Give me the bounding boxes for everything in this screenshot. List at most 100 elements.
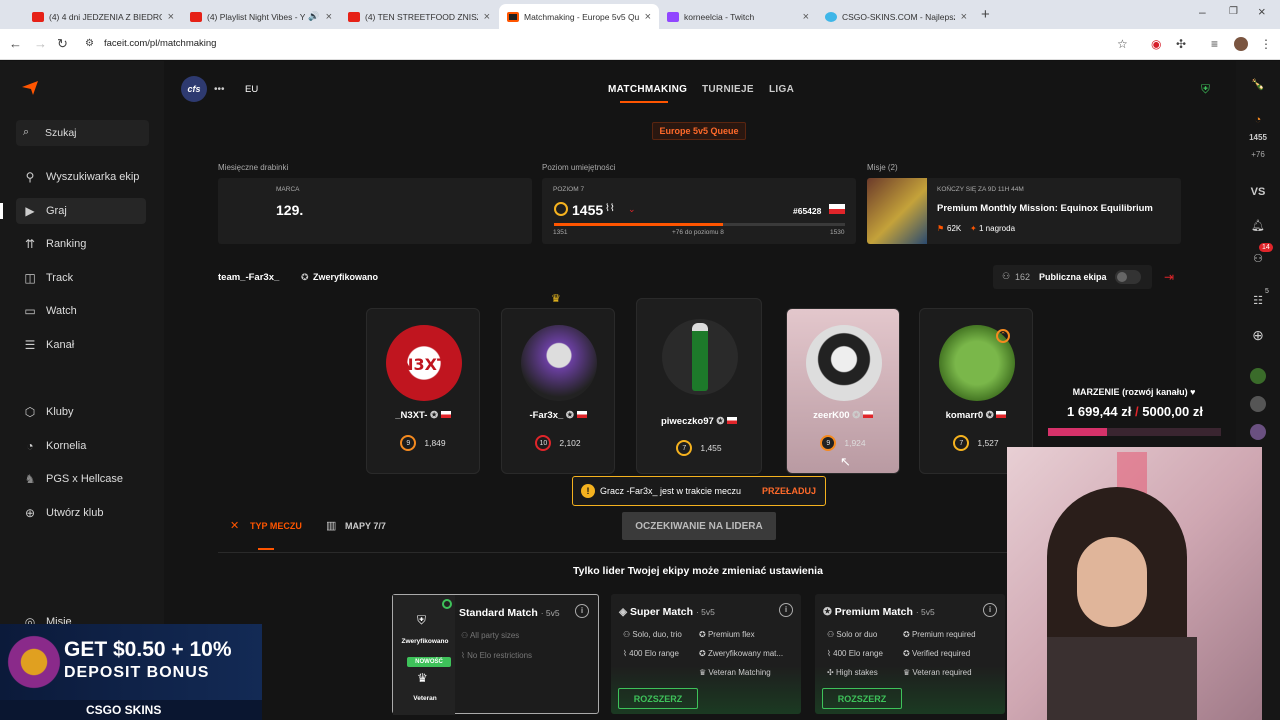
anticheat-shield-icon[interactable]: ⛨: [1201, 82, 1210, 97]
mode-title: Standard Match · 5v5: [459, 607, 560, 619]
chevron-down-icon[interactable]: ⌄: [628, 204, 636, 215]
player-name: piweczko97 ✪: [637, 416, 761, 427]
profile-avatar[interactable]: [1234, 37, 1248, 51]
points-icon: ⚑: [937, 224, 945, 233]
close-tab-icon[interactable]: ×: [961, 11, 967, 23]
vs-button[interactable]: VS: [1244, 186, 1272, 198]
leave-party-icon[interactable]: ⇥: [1164, 270, 1174, 284]
mission-panel[interactable]: KOŃCZY SIĘ ZA 9D 11H 44M Premium Monthly…: [867, 178, 1181, 244]
close-tab-icon[interactable]: ×: [168, 11, 174, 23]
n3xt-logo: N3XT: [400, 355, 448, 374]
elo-value: 1455: [572, 202, 604, 218]
sidebar-item-create-club[interactable]: ⊕ Utwórz klub: [22, 501, 104, 525]
search-input[interactable]: ⌕ Szukaj: [16, 120, 149, 146]
speaker-icon[interactable]: 🔊: [308, 11, 319, 22]
sidebar-item-play[interactable]: ▶ Graj: [22, 199, 66, 223]
browser-tab[interactable]: CSGO-SKINS.COM - Najlepsze ×: [817, 4, 975, 29]
extension-icon[interactable]: ◉: [1151, 37, 1161, 51]
month-name: MARCA: [276, 186, 300, 193]
in-match-alert: ! Gracz -Far3x_ jest w trakcie meczu PRZ…: [572, 476, 826, 506]
browser-tab[interactable]: (4) Playlist Night Vibes - Yo 🔊 ×: [182, 4, 340, 29]
media-control-icon[interactable]: ≡: [1211, 37, 1218, 51]
browser-tab-active[interactable]: Matchmaking - Europe 5v5 Qu ×: [499, 4, 659, 29]
close-window-icon[interactable]: ×: [1258, 4, 1266, 19]
sidebar-item-kornelia[interactable]: ◔ Kornelia: [22, 434, 86, 458]
friend-avatar[interactable]: [1250, 368, 1266, 384]
close-tab-icon[interactable]: ×: [484, 11, 490, 23]
player-card[interactable]: zeerK00 ✪ 9 1,924: [786, 308, 900, 474]
level-badge: 9: [820, 435, 837, 451]
waiting-for-leader-button[interactable]: OCZEKIWANIE NA LIDERA: [622, 512, 776, 540]
sidebar-item-pgs-hellcase[interactable]: ♞ PGS x Hellcase: [22, 467, 123, 491]
queue-selector[interactable]: Europe 5v5 Queue: [652, 122, 746, 140]
friends-icon[interactable]: ⚇: [1244, 252, 1272, 265]
bookmark-star-icon[interactable]: ☆: [1117, 37, 1128, 51]
public-party-toggle[interactable]: [1115, 270, 1141, 284]
expand-premium-button[interactable]: ROZSZERZ: [822, 688, 902, 709]
premium-badge-icon: ⌃: [996, 329, 1010, 343]
mode-premium-card[interactable]: ✪ Premium Match · 5v5 i ⚇ Solo or duo ⌇ …: [815, 594, 1005, 714]
close-tab-icon[interactable]: ×: [803, 11, 809, 23]
monthly-ladder-label: Miesięczne drabinki: [218, 163, 289, 172]
info-icon[interactable]: i: [983, 603, 997, 617]
menu-dots-icon[interactable]: ⋮: [1260, 37, 1272, 51]
bell-icon[interactable]: 🔔︎: [1244, 219, 1272, 232]
extensions-puzzle-icon[interactable]: ✣: [1176, 37, 1186, 51]
more-menu-button[interactable]: •••: [214, 84, 225, 95]
donation-progress-fill: [1048, 428, 1107, 436]
sidebar-item-track[interactable]: ◫ Track: [22, 266, 73, 290]
info-icon[interactable]: i: [779, 603, 793, 617]
maximize-icon[interactable]: ❐: [1229, 6, 1238, 17]
site-info-icon[interactable]: ⚙: [85, 38, 94, 49]
browser-tab[interactable]: (4) TEN STREETFOOD ZNISZCZ×: [340, 4, 498, 29]
verified-shield-icon: ⛨: [417, 613, 427, 627]
mode-super-card[interactable]: ◈ Super Match · 5v5 i ⚇ Solo, duo, trio …: [611, 594, 801, 714]
team-badge[interactable]: cfs: [181, 76, 207, 102]
nav-league[interactable]: LIGA: [769, 84, 794, 95]
tab-maps[interactable]: MAPY 7/7: [345, 521, 386, 531]
info-icon[interactable]: i: [575, 604, 589, 618]
streamer-face: [1077, 537, 1147, 627]
new-tab-button[interactable]: +: [981, 6, 990, 23]
mode-standard-card[interactable]: ⛨ Zweryfikowano NOWOŚĆ ♛ Veteran Standar…: [392, 594, 599, 715]
friend-avatar[interactable]: [1250, 424, 1266, 440]
close-tab-icon[interactable]: ×: [645, 11, 651, 23]
url-field[interactable]: faceit.com/pl/matchmaking: [104, 38, 216, 49]
sidebar-item-ranking[interactable]: ⇈ Ranking: [22, 232, 86, 256]
skill-level-icon: ◔: [1254, 114, 1262, 126]
expand-super-button[interactable]: ROZSZERZ: [618, 688, 698, 709]
ranking-icon: ⇈: [24, 237, 36, 251]
faceit-logo-icon[interactable]: [22, 81, 38, 95]
reload-button[interactable]: PRZEŁADUJ: [762, 486, 816, 496]
address-bar: ← → ↻ ⚙ faceit.com/pl/matchmaking ☆ ◉ ✣ …: [0, 29, 1280, 60]
region-label[interactable]: EU: [245, 84, 258, 95]
close-tab-icon[interactable]: ×: [326, 11, 332, 23]
bottle-avatar-icon[interactable]: 🍾: [1244, 78, 1272, 91]
tab-match-type[interactable]: TYP MECZU: [250, 521, 302, 531]
minimize-icon[interactable]: –: [1199, 5, 1206, 19]
sidebar-item-clubs[interactable]: ⬡ Kluby: [22, 400, 74, 424]
browser-tab[interactable]: (4) 4 dni JEDZENIA Z BIEDRONK×: [24, 4, 182, 29]
player-avatar: [806, 325, 882, 401]
nav-tournaments[interactable]: TURNIEJE: [702, 84, 754, 95]
add-friend-icon[interactable]: ⊕: [1244, 327, 1272, 344]
skill-level-panel[interactable]: POZIOM 7 1455 ⌇⌇ ⌄ #65428 1351 +76 do po…: [542, 178, 856, 244]
monthly-ladder-panel[interactable]: MARCA 129.: [218, 178, 532, 244]
reload-icon[interactable]: ↻: [57, 36, 68, 52]
forward-icon[interactable]: →: [34, 36, 47, 51]
friend-avatar[interactable]: [1250, 396, 1266, 412]
party-list-icon[interactable]: ☷: [1244, 294, 1272, 307]
browser-tab[interactable]: korneelcia - Twitch ×: [659, 4, 817, 29]
club-logo-icon: ♞: [24, 472, 36, 486]
sidebar-item-team-search[interactable]: ⚲ Wyszukiwarka ekip: [22, 165, 140, 189]
back-icon[interactable]: ←: [9, 36, 22, 51]
player-card[interactable]: -Far3x_ ✪ 10 2,102: [501, 308, 615, 474]
elo-progress-track: [554, 223, 845, 226]
verified-icon: ✪: [301, 272, 309, 282]
sidebar-item-channel[interactable]: ☰ Kanał: [22, 333, 75, 357]
sidebar-item-watch[interactable]: ▭ Watch: [22, 299, 76, 323]
feature-item: ✪ Verified required: [903, 649, 971, 658]
player-card-self[interactable]: piweczko97 ✪ 7 1,455: [636, 298, 762, 474]
nav-matchmaking[interactable]: MATCHMAKING: [608, 84, 687, 95]
player-card[interactable]: N3XT _N3XT- ✪ 9 1,849: [366, 308, 480, 474]
